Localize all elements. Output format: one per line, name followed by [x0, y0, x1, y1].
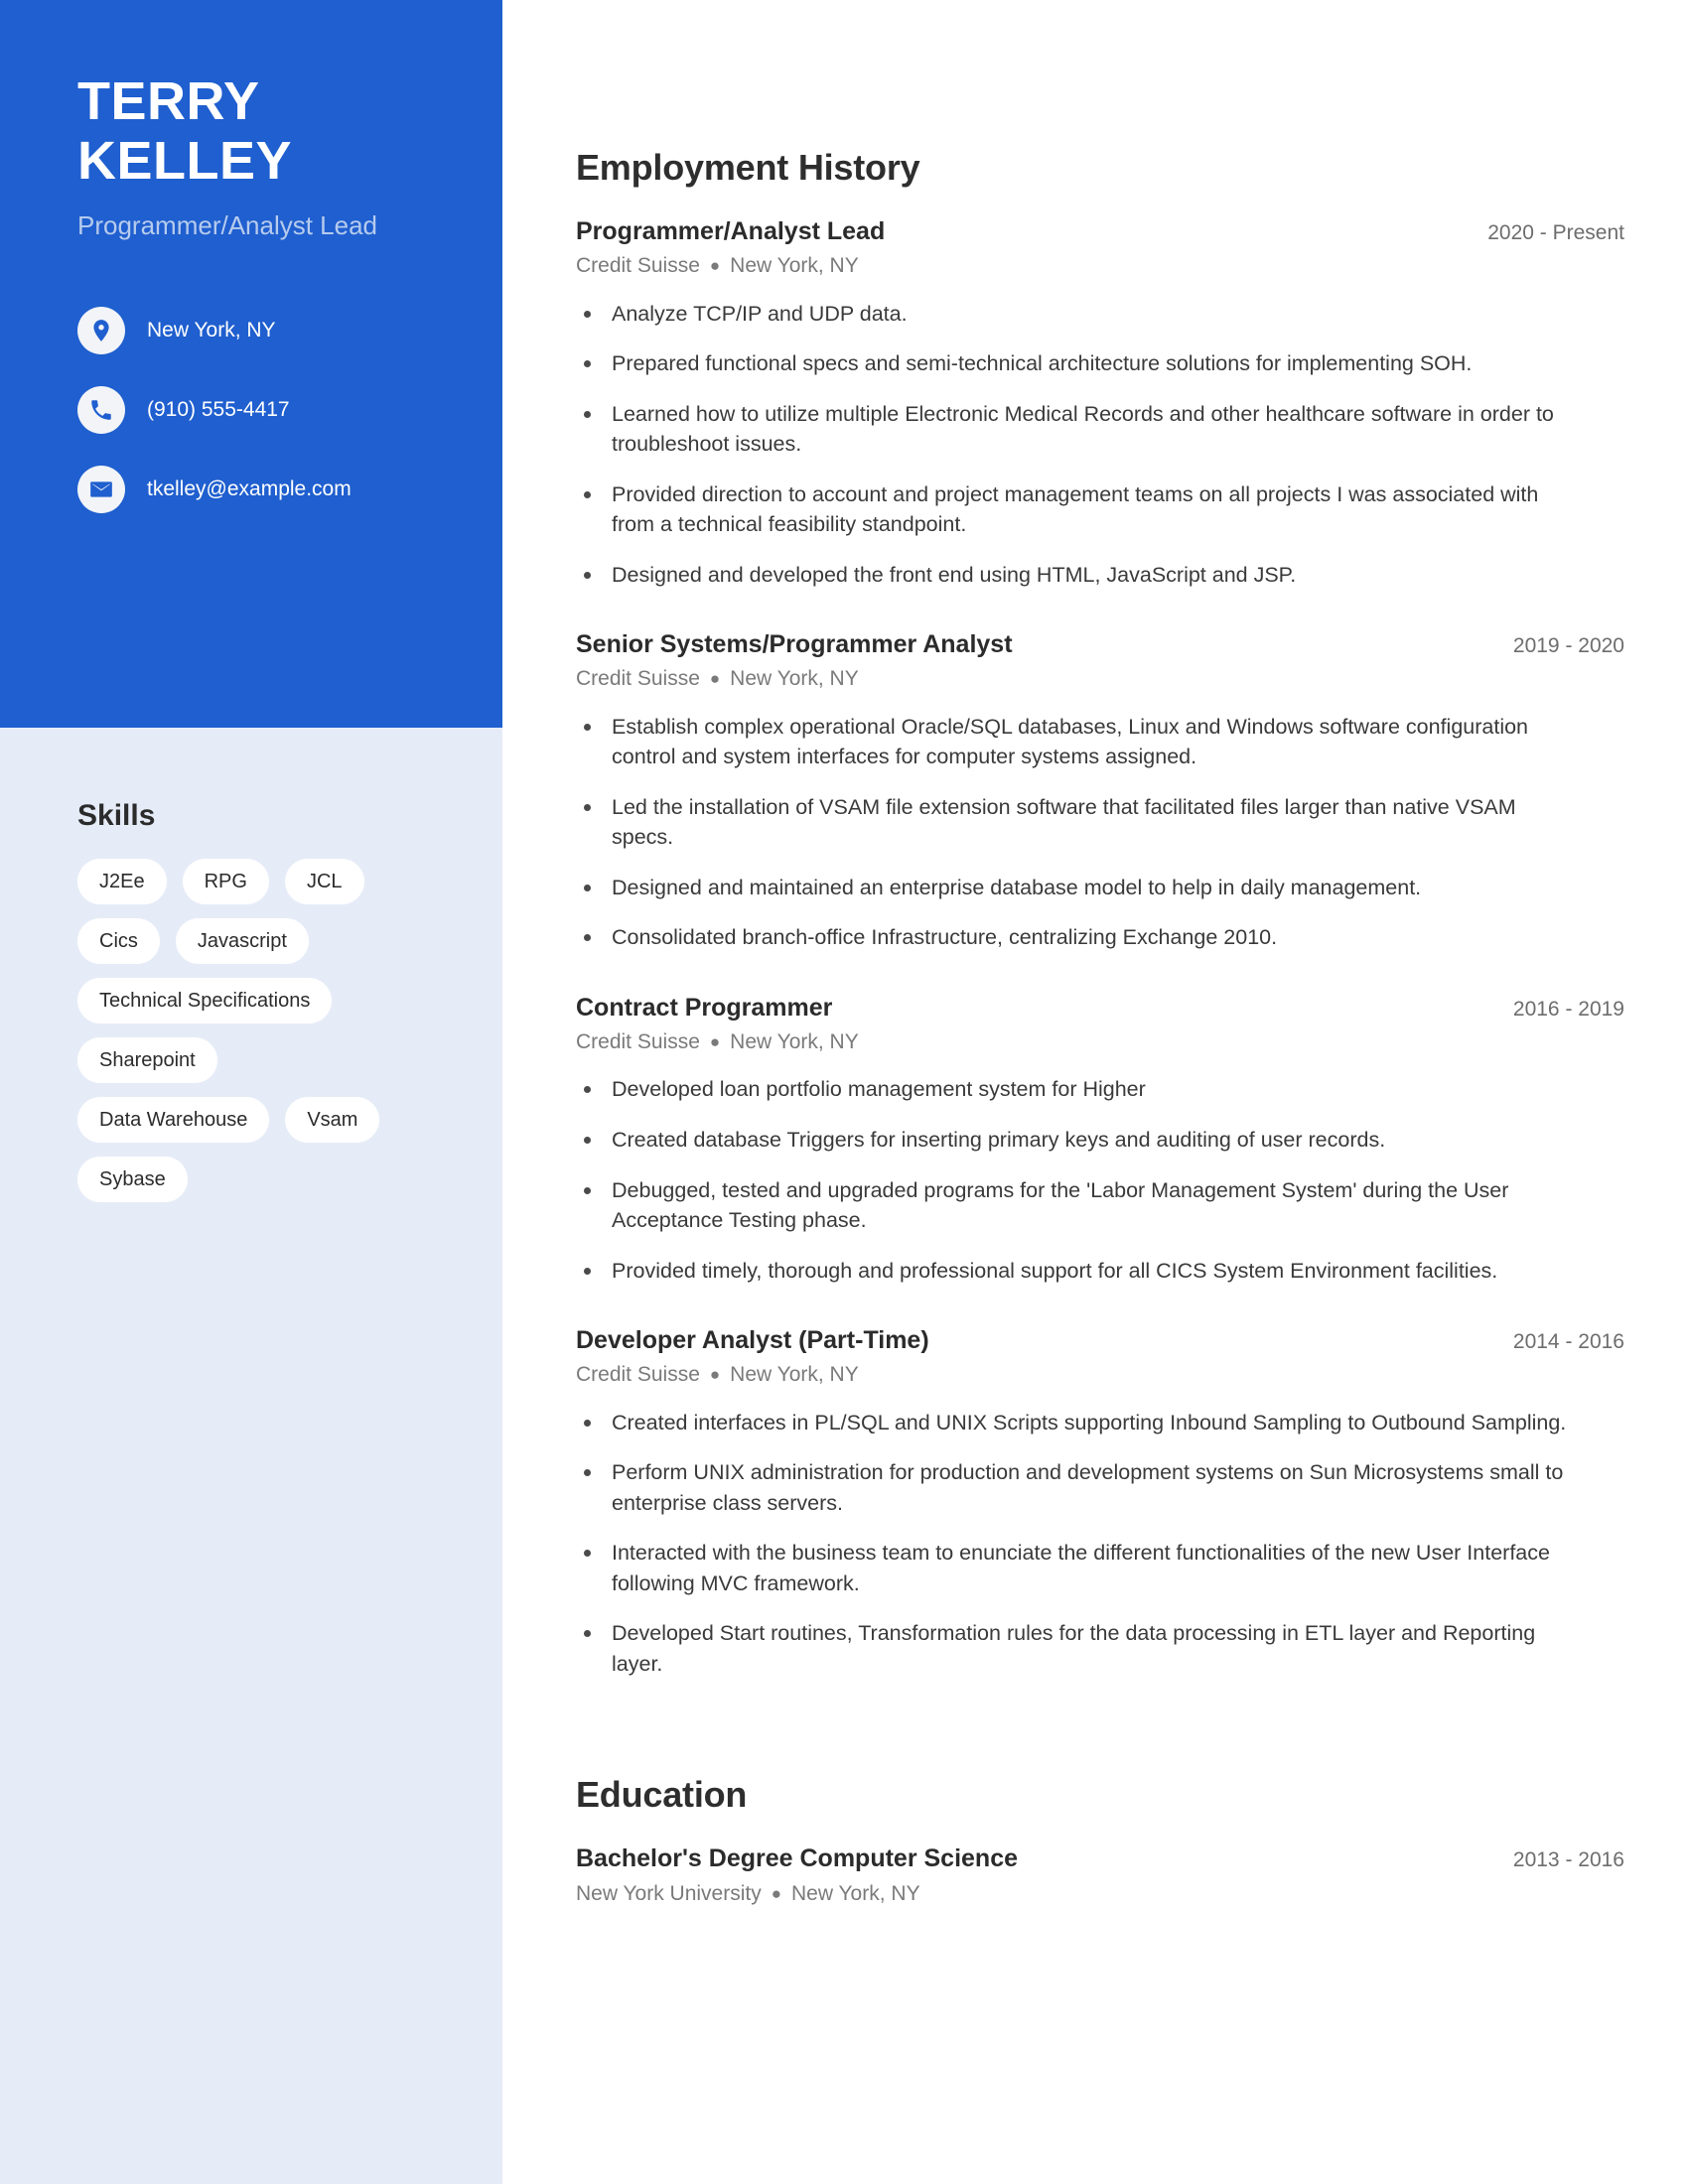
bullet-item: Provided timely, thorough and profession…: [576, 1256, 1569, 1287]
employment-meta: Credit Suisse ● New York, NY: [576, 252, 1624, 280]
education-degree: Bachelor's Degree Computer Science: [576, 1844, 1018, 1873]
employment-role: Programmer/Analyst Lead: [576, 217, 886, 245]
bullet-item: Debugged, tested and upgraded programs f…: [576, 1175, 1569, 1236]
employment-entry-header: Programmer/Analyst Lead 2020 - Present: [576, 216, 1624, 247]
meta-separator: ●: [709, 1365, 721, 1385]
skill-pill: J2Ee: [77, 859, 167, 904]
phone-icon: [77, 385, 125, 434]
employment-role: Developer Analyst (Part-Time): [576, 1326, 929, 1355]
employment-entry: Programmer/Analyst Lead 2020 - Present C…: [576, 216, 1624, 590]
skill-pill: Data Warehouse: [77, 1097, 270, 1143]
bullet-item: Developed Start routines, Transformation…: [576, 1618, 1569, 1679]
last-name: KELLEY: [77, 131, 293, 192]
employment-bullets: Establish complex operational Oracle/SQL…: [576, 712, 1624, 953]
employment-dates: 2019 - 2020: [1512, 634, 1624, 658]
education-school: New York University: [576, 1881, 762, 1905]
employment-role: Contract Programmer: [576, 993, 833, 1022]
bullet-item: Analyze TCP/IP and UDP data.: [576, 299, 1569, 330]
employment-role: Senior Systems/Programmer Analyst: [576, 630, 1013, 659]
skill-pill: Technical Specifications: [77, 978, 333, 1024]
employment-meta: Credit Suisse ● New York, NY: [576, 1028, 1624, 1056]
employment-bullets: Analyze TCP/IP and UDP data. Prepared fu…: [576, 299, 1624, 591]
skill-pill: Vsam: [285, 1097, 380, 1143]
employment-history-heading: Employment History: [576, 147, 920, 188]
bullet-item: Developed loan portfolio management syst…: [576, 1074, 1569, 1105]
skill-pill: RPG: [182, 859, 269, 904]
employment-entry-header: Contract Programmer 2016 - 2019: [576, 993, 1624, 1024]
bullet-item: Establish complex operational Oracle/SQL…: [576, 712, 1569, 772]
first-name: TERRY: [77, 71, 260, 131]
employment-entry-header: Senior Systems/Programmer Analyst 2019 -…: [576, 629, 1624, 660]
education-meta: New York University ● New York, NY: [576, 1880, 1624, 1908]
resume-document: TERRY KELLEY Programmer/Analyst Lead New…: [0, 0, 1688, 2184]
bullet-item: Perform UNIX administration for producti…: [576, 1457, 1569, 1518]
sidebar-header: TERRY KELLEY Programmer/Analyst Lead New…: [0, 0, 502, 728]
employment-company: Credit Suisse: [576, 1363, 700, 1387]
meta-separator: ●: [771, 1883, 782, 1903]
bullet-item: Designed and developed the front end usi…: [576, 560, 1569, 591]
bullet-item: Interacted with the business team to enu…: [576, 1538, 1569, 1598]
meta-separator: ●: [709, 256, 721, 276]
employment-company: Credit Suisse: [576, 254, 700, 278]
skills-heading: Skills: [77, 799, 156, 832]
employment-entry: Senior Systems/Programmer Analyst 2019 -…: [576, 629, 1624, 953]
employment-bullets: Developed loan portfolio management syst…: [576, 1074, 1624, 1286]
employment-dates: 2016 - 2019: [1512, 997, 1624, 1021]
skill-pill: Sybase: [77, 1157, 188, 1202]
bullet-item: Created database Triggers for inserting …: [576, 1125, 1569, 1156]
employment-meta: Credit Suisse ● New York, NY: [576, 665, 1624, 693]
employment-company: Credit Suisse: [576, 1030, 700, 1054]
contact-value-phone: (910) 555-4417: [147, 397, 290, 421]
skill-pill: JCL: [284, 859, 364, 904]
skill-pill: Cics: [77, 918, 160, 964]
education-entry-header: Bachelor's Degree Computer Science 2013 …: [576, 1843, 1624, 1874]
main-content: Employment History Programmer/Analyst Le…: [502, 0, 1688, 2184]
employment-location: New York, NY: [730, 1363, 859, 1387]
employment-location: New York, NY: [730, 254, 859, 278]
sidebar: TERRY KELLEY Programmer/Analyst Lead New…: [0, 0, 502, 2184]
employment-dates: 2020 - Present: [1487, 221, 1624, 244]
education-entry: Bachelor's Degree Computer Science 2013 …: [576, 1843, 1624, 1908]
bullet-item: Created interfaces in PL/SQL and UNIX Sc…: [576, 1408, 1569, 1438]
bullet-item: Prepared functional specs and semi-techn…: [576, 348, 1569, 379]
employment-meta: Credit Suisse ● New York, NY: [576, 1361, 1624, 1389]
employment-entry: Developer Analyst (Part-Time) 2014 - 201…: [576, 1325, 1624, 1679]
contact-item-location: New York, NY: [77, 306, 425, 354]
candidate-name: TERRY KELLEY: [77, 71, 425, 192]
meta-separator: ●: [709, 1032, 721, 1052]
bullet-item: Consolidated branch-office Infrastructur…: [576, 922, 1569, 953]
skill-pill: Sharepoint: [77, 1037, 217, 1083]
bullet-item: Learned how to utilize multiple Electron…: [576, 399, 1569, 460]
contact-value-email: tkelley@example.com: [147, 477, 352, 500]
education-dates: 2013 - 2016: [1512, 1848, 1624, 1872]
candidate-job-title: Programmer/Analyst Lead: [77, 209, 378, 240]
employment-location: New York, NY: [730, 667, 859, 691]
education-location: New York, NY: [791, 1881, 920, 1905]
location-pin-icon: [77, 306, 125, 354]
contact-list: New York, NY (910) 555-4417 tkelley@exam…: [77, 306, 425, 513]
employment-company: Credit Suisse: [576, 667, 700, 691]
skill-pill: Javascript: [175, 918, 309, 964]
contact-value-location: New York, NY: [147, 318, 276, 341]
contact-item-email: tkelley@example.com: [77, 465, 425, 513]
bullet-item: Designed and maintained an enterprise da…: [576, 873, 1569, 903]
meta-separator: ●: [709, 669, 721, 689]
employment-entry-header: Developer Analyst (Part-Time) 2014 - 201…: [576, 1325, 1624, 1356]
contact-item-phone: (910) 555-4417: [77, 385, 425, 434]
skills-section: Skills J2Ee RPG JCL Cics Javascript Tech…: [0, 728, 502, 1202]
skills-pill-list: J2Ee RPG JCL Cics Javascript Technical S…: [77, 859, 385, 1202]
bullet-item: Provided direction to account and projec…: [576, 479, 1569, 540]
employment-entry: Contract Programmer 2016 - 2019 Credit S…: [576, 993, 1624, 1286]
employment-location: New York, NY: [730, 1030, 859, 1054]
employment-bullets: Created interfaces in PL/SQL and UNIX Sc…: [576, 1408, 1624, 1680]
envelope-icon: [77, 465, 125, 513]
bullet-item: Led the installation of VSAM file extens…: [576, 792, 1569, 853]
education-heading: Education: [576, 1774, 748, 1816]
employment-dates: 2014 - 2016: [1512, 1330, 1624, 1354]
